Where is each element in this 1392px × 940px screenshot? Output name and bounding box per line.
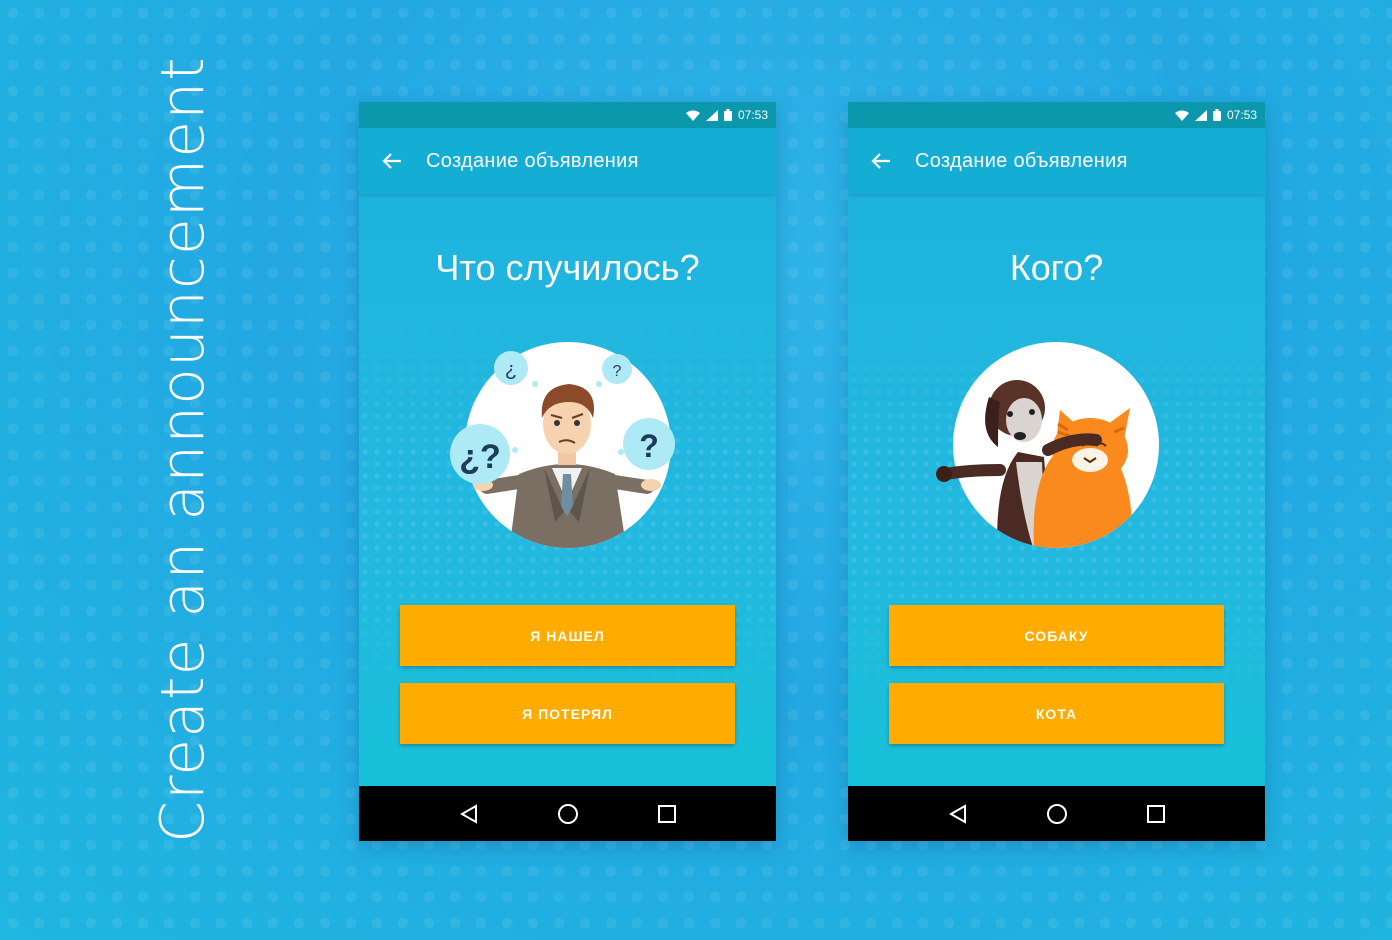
recents-square-icon[interactable] (1136, 794, 1176, 834)
confused-man-illustration: ¿ ? ¿? ? (359, 102, 776, 622)
bubble-text: ? (639, 428, 659, 464)
lost-button[interactable]: Я ПОТЕРЯЛ (400, 683, 735, 744)
phone-screen-what-happened: 07:53 Создание объявления Что случилось? (359, 102, 776, 841)
bubble-text: ¿? (459, 438, 501, 476)
system-nav-bar (848, 786, 1265, 841)
dog-and-cat-illustration (848, 102, 1265, 622)
home-circle-icon[interactable] (1037, 794, 1077, 834)
bubble-text: ¿ (505, 359, 517, 381)
found-button[interactable]: Я НАШЕЛ (400, 605, 735, 666)
dog-button[interactable]: СОБАКУ (889, 605, 1224, 666)
system-nav-bar (359, 786, 776, 841)
phone-screen-whom: 07:53 Создание объявления Кого? СОБАКУ К… (848, 102, 1265, 841)
back-triangle-icon[interactable] (938, 794, 978, 834)
side-title: Create an announcement (148, 56, 218, 843)
home-circle-icon[interactable] (548, 794, 588, 834)
cat-button[interactable]: КОТА (889, 683, 1224, 744)
bubble-text: ? (613, 363, 622, 380)
back-triangle-icon[interactable] (449, 794, 489, 834)
recents-square-icon[interactable] (647, 794, 687, 834)
